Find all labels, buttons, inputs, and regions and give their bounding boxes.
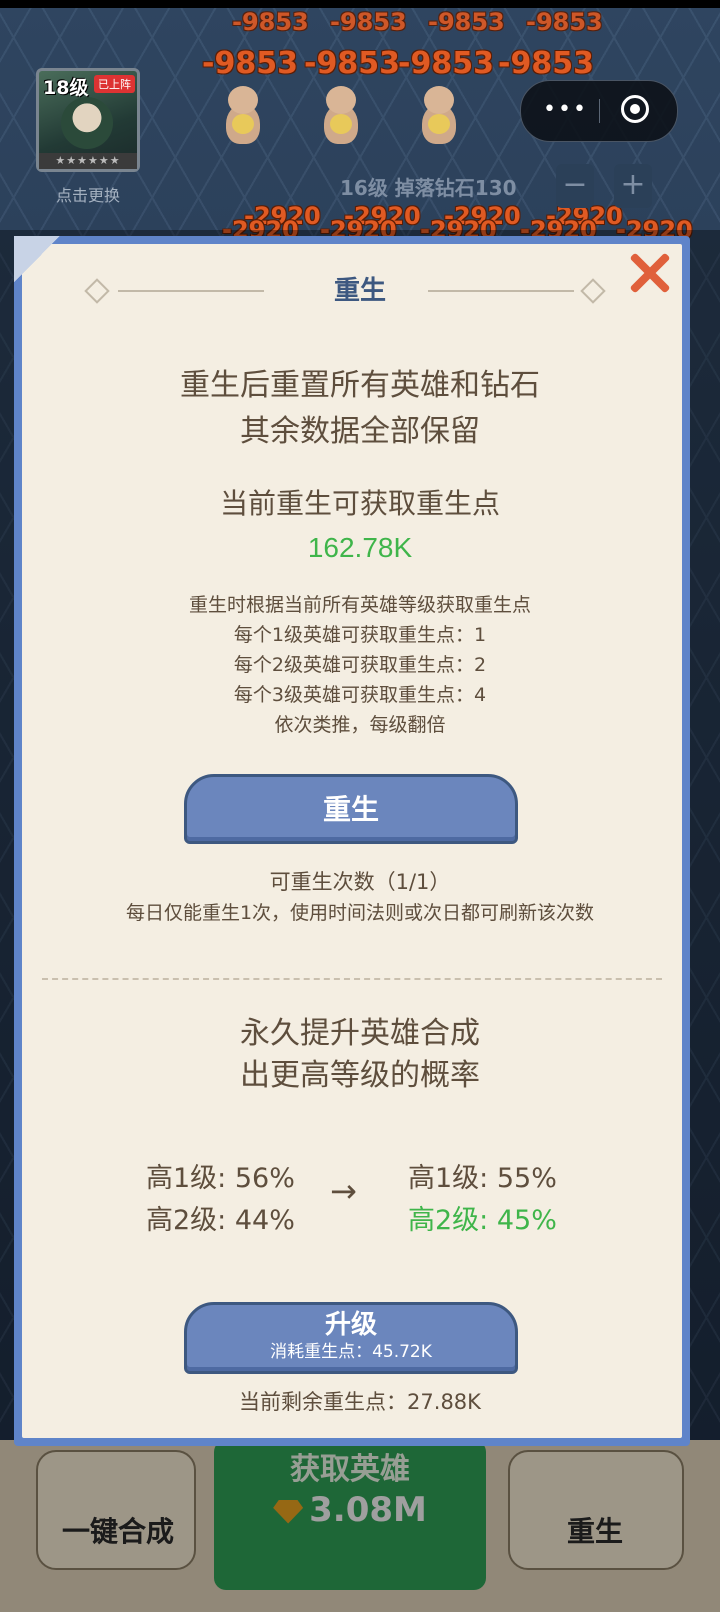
- hero-level: 18级: [43, 77, 89, 99]
- change-hero-label[interactable]: 点击更换: [36, 182, 140, 206]
- close-icon[interactable]: [626, 250, 672, 296]
- capsule-divider: [599, 99, 600, 123]
- minus-button[interactable]: −: [556, 164, 594, 208]
- section-divider: [42, 978, 662, 980]
- daily-note: 每日仅能重生1次，使用时间法则或次日都可刷新该次数: [125, 902, 595, 924]
- hero-avatar[interactable]: 18级 已上阵 ★★★★★★: [36, 68, 140, 172]
- mini-program-capsule: •••: [520, 80, 678, 142]
- hero-portrait: [61, 97, 113, 149]
- deployed-badge: 已上阵: [94, 75, 135, 93]
- current-points-title: 当前重生可获取重生点: [219, 487, 500, 520]
- rule-line: 每个2级英雄可获取重生点：2: [233, 654, 487, 676]
- dialog-title: 重生: [333, 276, 386, 306]
- arrow-right-icon: →: [330, 1172, 357, 1210]
- plus-button[interactable]: +: [614, 164, 652, 208]
- damage-number: -9853: [398, 46, 494, 81]
- monster-sprite: [316, 84, 364, 154]
- rule-line: 每个1级英雄可获取重生点：1: [233, 624, 487, 646]
- rate-after-2: 高2级: 45%: [408, 1205, 557, 1236]
- monster-sprite: [414, 84, 462, 154]
- remaining-points: 当前剩余重生点：27.88K: [239, 1390, 481, 1414]
- damage-number: -9853: [330, 8, 407, 36]
- rebirth-desc-2: 其余数据全部保留: [240, 414, 480, 449]
- damage-number: -9853: [232, 8, 309, 36]
- wave-info: 16级 掉落钻石130: [340, 176, 517, 200]
- rate-after-1: 高1级: 55%: [408, 1163, 557, 1194]
- upgrade-button[interactable]: 升级 消耗重生点：45.72K: [184, 1302, 518, 1374]
- current-points-value: 162.78K: [307, 532, 413, 563]
- rule-line: 重生时根据当前所有英雄等级获取重生点: [188, 594, 531, 616]
- upgrade-button-label: 升级: [324, 1310, 377, 1340]
- status-bar: [0, 0, 720, 8]
- damage-number: -9853: [202, 46, 298, 81]
- rebirth-desc-1: 重生后重置所有英雄和钻石: [180, 368, 540, 403]
- upgrade-title-1: 永久提升英雄合成: [240, 1016, 480, 1051]
- close-program-icon[interactable]: [621, 95, 649, 123]
- damage-number: -9853: [498, 46, 594, 81]
- upgrade-cost: 消耗重生点：45.72K: [270, 1342, 432, 1362]
- rule-line: 依次类推，每级翻倍: [274, 714, 446, 736]
- rate-before-1: 高1级: 56%: [146, 1163, 295, 1194]
- rebirth-count: 可重生次数（1/1）: [269, 870, 451, 894]
- damage-number: -9853: [304, 46, 400, 81]
- more-icon[interactable]: •••: [543, 99, 588, 121]
- hero-stars: ★★★★★★: [39, 153, 137, 169]
- rate-before-2: 高2级: 44%: [146, 1205, 295, 1236]
- upgrade-title-2: 出更高等级的概率: [240, 1058, 480, 1093]
- rule-line: 每个3级英雄可获取重生点：4: [233, 684, 487, 706]
- rebirth-button[interactable]: 重生: [184, 774, 518, 844]
- damage-number: -9853: [526, 8, 603, 36]
- monster-sprite: [218, 84, 266, 154]
- damage-number: -9853: [428, 8, 505, 36]
